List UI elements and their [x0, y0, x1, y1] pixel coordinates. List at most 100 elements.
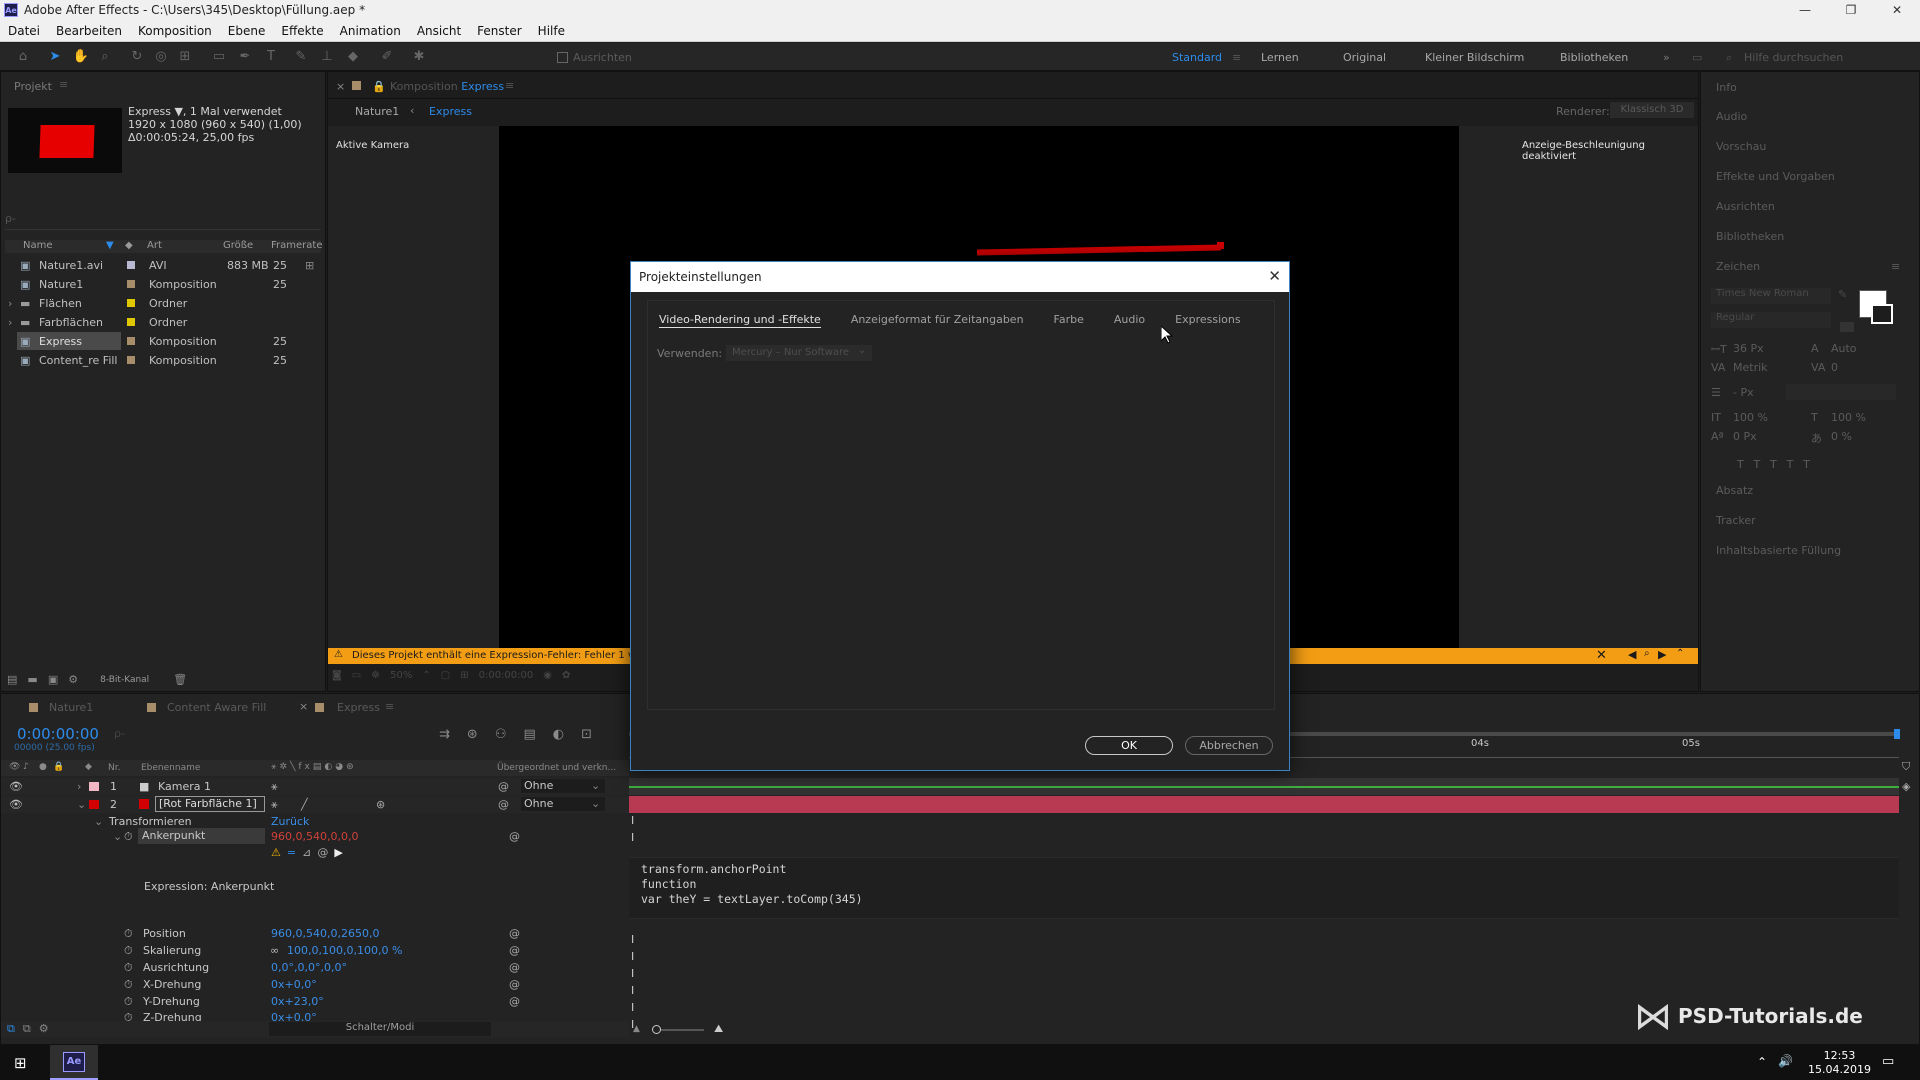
region-icon[interactable]: ▢ [441, 670, 450, 681]
tsume-value[interactable]: 0 % [1831, 430, 1852, 443]
camera-tool-icon[interactable]: ◎ [152, 48, 170, 66]
help-search-input[interactable]: Hilfe durchsuchen [1744, 51, 1843, 64]
menu-hilfe[interactable]: Hilfe [530, 24, 573, 38]
preview-section[interactable]: Vorschau [1716, 140, 1766, 153]
panel-menu-icon[interactable]: ≡ [505, 79, 514, 92]
preview-comp-name[interactable]: Express ▼ [128, 105, 183, 118]
collapse-arrow-icon[interactable]: ⌄ [113, 830, 122, 843]
no-color-swatch[interactable] [1840, 322, 1854, 332]
zoom-tool-icon[interactable]: ⌕ [96, 48, 114, 66]
timeline-tab-content-aware-fill[interactable]: Content Aware Fill [167, 701, 266, 714]
expression-editor[interactable]: transform.anchorPoint function var theY … [629, 857, 1899, 919]
in-out-toggle-icon[interactable]: ⚙ [39, 1022, 49, 1036]
pick-whip-icon[interactable]: @ [509, 978, 520, 991]
action-center-icon[interactable]: ▭ [1882, 1054, 1894, 1069]
z-rotation-value[interactable]: 0x+0,0° [271, 1011, 317, 1021]
zoom-dropdown[interactable]: 50% [390, 670, 412, 681]
expand-arrow-icon[interactable]: › [77, 780, 81, 793]
tracker-section[interactable]: Tracker [1716, 514, 1756, 527]
baseline-shift-value[interactable]: 0 Px [1733, 430, 1757, 443]
vertical-scale-value[interactable]: 100 % [1733, 411, 1768, 424]
timeline-tab-express[interactable]: Express [337, 701, 380, 714]
expression-enable-icon[interactable]: = [287, 846, 296, 859]
layer-switches-toggle-icon[interactable]: ⧉ [7, 1022, 15, 1036]
layer-marker-icon[interactable]: ◈ [1902, 780, 1910, 793]
menu-ansicht[interactable]: Ansicht [409, 24, 469, 38]
text-style-buttons-icon[interactable]: TTTTT [1737, 458, 1820, 471]
libraries-section[interactable]: Bibliotheken [1716, 230, 1784, 243]
renderer-select[interactable]: Mercury – Nur Software [726, 345, 872, 361]
tracking-value[interactable]: 0 [1831, 361, 1838, 374]
font-family-dropdown[interactable]: Times New Roman [1711, 288, 1831, 304]
roto-brush-tool-icon[interactable]: ✐ [378, 48, 396, 66]
panel-menu-icon[interactable]: ≡ [59, 78, 68, 91]
close-window-icon[interactable]: ✕ [1874, 0, 1920, 20]
layer-label-color[interactable] [89, 800, 99, 809]
layer-switch-icon[interactable]: ⚹ [271, 780, 278, 794]
expand-arrow-icon[interactable]: › [8, 297, 12, 310]
stroke-style-dropdown[interactable] [1786, 384, 1896, 400]
stroke-width-value[interactable]: - Px [1733, 386, 1754, 399]
restore-icon[interactable]: ❐ [1828, 0, 1874, 20]
workspace-kleiner-bildschirm[interactable]: Kleiner Bildschirm [1425, 51, 1524, 64]
preview-options-icon[interactable]: ☸ [371, 670, 380, 681]
paragraph-section[interactable]: Absatz [1716, 484, 1753, 497]
sync-icon[interactable]: ▭ [1692, 51, 1702, 64]
new-composition-icon[interactable]: ▣ [48, 673, 58, 686]
pick-whip-icon[interactable]: @ [509, 961, 520, 974]
lock-icon[interactable]: 🔒 [372, 80, 386, 93]
taskbar-after-effects[interactable]: Ae [50, 1045, 98, 1080]
visibility-eye-icon[interactable]: 👁 [9, 798, 23, 811]
renderer-dropdown[interactable]: Klassisch 3D [1610, 102, 1694, 118]
brush-tool-icon[interactable]: ✎ [292, 48, 310, 66]
puppet-tool-icon[interactable]: ✱ [410, 48, 428, 66]
pick-whip-icon[interactable]: @ [509, 830, 520, 843]
text-tool-icon[interactable]: T [262, 48, 280, 66]
effects-presets-section[interactable]: Effekte und Vorgaben [1716, 170, 1835, 183]
dismiss-error-icon[interactable]: ✕ [1596, 648, 1607, 663]
comp-marker-icon[interactable]: ⛉ [1902, 760, 1910, 774]
font-style-dropdown[interactable]: Regular [1711, 312, 1831, 328]
column-type[interactable]: Art [147, 240, 162, 251]
workspace-standard[interactable]: Standard [1172, 51, 1222, 64]
character-menu-icon[interactable]: ≡ [1891, 260, 1900, 273]
work-area-end-handle[interactable] [1894, 729, 1900, 739]
horizontal-scale-value[interactable]: 100 % [1831, 411, 1866, 424]
kerning-value[interactable]: Metrik [1733, 361, 1768, 374]
reveal-expression-icon[interactable]: ⌕ [1644, 648, 1650, 659]
stroke-color-swatch[interactable] [1871, 304, 1893, 324]
timeline-tab-nature1[interactable]: Nature1 [49, 701, 93, 714]
timeline-timecode[interactable]: 0:00:00:00 [17, 725, 99, 743]
layer-switch-icon[interactable]: ⚹ [271, 798, 278, 812]
align-section[interactable]: Ausrichten [1716, 200, 1775, 213]
breadcrumb-nature1[interactable]: Nature1 [355, 105, 399, 118]
solid-layer-track[interactable] [629, 796, 1899, 813]
more-workspaces-icon[interactable]: » [1663, 51, 1670, 64]
workspace-menu-icon[interactable]: ≡ [1232, 51, 1241, 64]
minimize-icon[interactable]: — [1782, 0, 1828, 20]
scale-value[interactable]: 100,0,100,0,100,0 % [287, 944, 402, 957]
pan-behind-tool-icon[interactable]: ⊞ [176, 48, 194, 66]
comp-tab-name[interactable]: Express [461, 80, 504, 93]
tab-expressions[interactable]: Expressions [1175, 313, 1240, 328]
anchor-point-label[interactable]: Ankerpunkt [138, 828, 265, 844]
audio-section[interactable]: Audio [1716, 110, 1747, 123]
position-value[interactable]: 960,0,540,0,2650,0 [271, 927, 379, 940]
eyedropper-icon[interactable]: ✎ [1838, 288, 1847, 301]
expression-pickwhip-icon[interactable]: @ [317, 846, 328, 859]
new-folder-icon[interactable]: ▬ [27, 673, 37, 686]
layer-name[interactable]: Kamera 1 [158, 780, 211, 793]
transform-group[interactable]: Transformieren [109, 815, 192, 828]
frame-blending-icon[interactable]: ▤ [523, 727, 535, 742]
project-item[interactable]: › ▬ Flächen Ordner [5, 294, 321, 312]
font-size-value[interactable]: 36 Px [1733, 342, 1764, 355]
expression-language-menu-icon[interactable]: ▶ [334, 846, 342, 859]
transfer-controls-toggle-icon[interactable]: ⧉ [23, 1022, 31, 1036]
camera-snap-icon[interactable]: ◉ [543, 670, 552, 681]
workspace-original[interactable]: Original [1343, 51, 1386, 64]
motion-blur-icon[interactable]: ◐ [553, 727, 564, 742]
bit-depth-button[interactable]: 8-Bit-Kanal [100, 675, 149, 685]
project-search-input[interactable]: ρ- [5, 212, 321, 230]
timeline-search-input[interactable]: ρ- [114, 727, 424, 743]
y-rotation-value[interactable]: 0x+23,0° [271, 995, 324, 1008]
